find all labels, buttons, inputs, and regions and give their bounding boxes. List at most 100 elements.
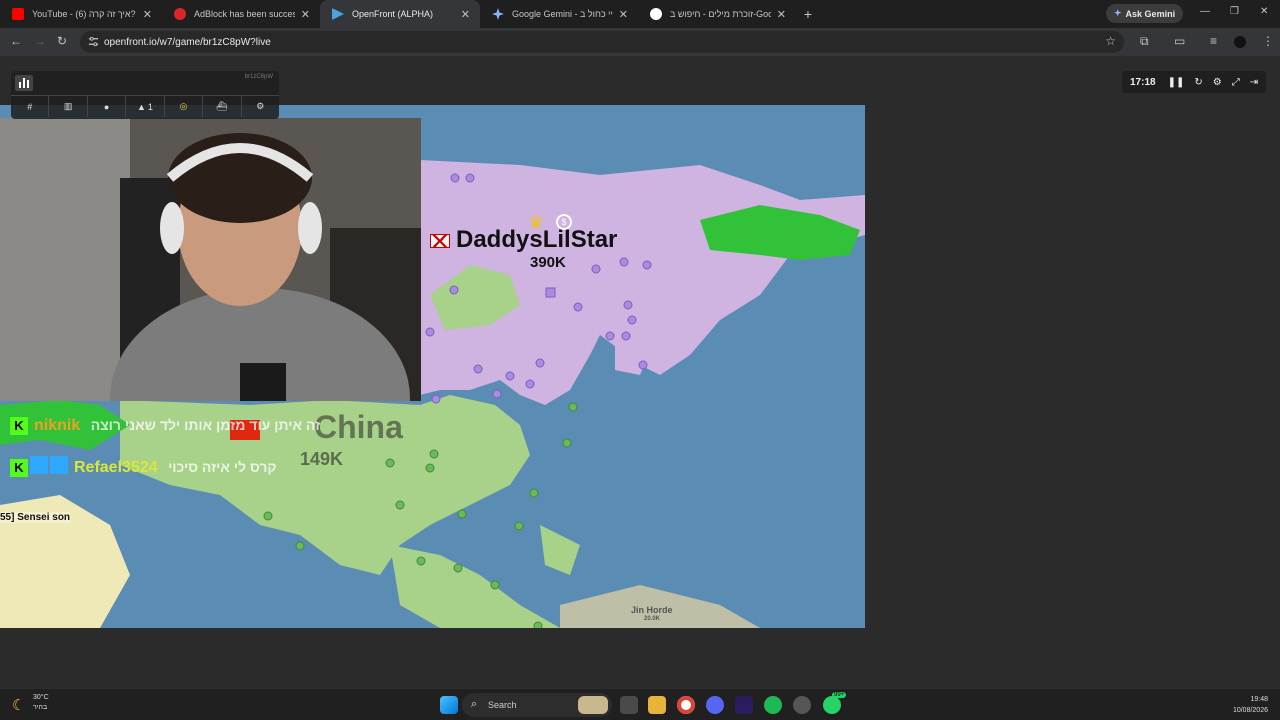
crown-icon: ♛: [528, 212, 545, 232]
close-icon[interactable]: ✕: [461, 8, 470, 21]
windows-start-icon[interactable]: [440, 696, 458, 714]
rank-button[interactable]: #: [11, 96, 50, 117]
webcam-overlay: [0, 118, 421, 401]
discord-icon[interactable]: [706, 696, 724, 714]
page-viewport: DaddysLilStar ♛ $ 390K China 149K Jin Ho…: [0, 56, 1280, 688]
troops-icon: ▲: [137, 101, 146, 112]
file-explorer-icon[interactable]: [648, 696, 666, 714]
tab-gemini[interactable]: Google Gemini - השגת יי כחול ב ✕: [480, 0, 638, 28]
settings-button[interactable]: ⚙: [242, 96, 279, 117]
media-icon[interactable]: ≡: [1210, 34, 1217, 48]
cast-icon[interactable]: ▭: [1174, 34, 1185, 48]
webcam-image: [0, 118, 421, 401]
task-view-icon[interactable]: [620, 696, 638, 714]
extensions-icon[interactable]: ⧉: [1140, 34, 1149, 49]
game-controls: 17:18 ❚❚ ↻ ⚙ ⤢ ⇥: [1122, 71, 1266, 93]
tab-title: זוכרת מילים - חיפוש ב-Google: [670, 9, 771, 19]
exit-icon[interactable]: ⇥: [1250, 77, 1258, 88]
tab-openfront[interactable]: OpenFront (ALPHA) ✕: [320, 0, 480, 28]
troops-count: 1: [147, 101, 153, 112]
ask-gemini-button[interactable]: ✦ Ask Gemini: [1106, 4, 1184, 23]
troops-button[interactable]: ▲ 1: [126, 96, 165, 117]
new-tab-button[interactable]: +: [796, 6, 820, 22]
search-icon: ⌕: [471, 698, 478, 710]
player-troops: 149K: [300, 449, 344, 469]
gemini-icon: [492, 8, 504, 20]
whatsapp-icon[interactable]: [823, 696, 841, 714]
player-name: China: [314, 409, 403, 445]
chat-username: Refael3524: [74, 459, 158, 476]
forward-icon[interactable]: →: [34, 34, 46, 48]
gear-icon: ⚙: [256, 101, 265, 111]
tab-strip: YouTube - (6) איך זה קרה? ✕ AdBlock has …: [0, 0, 1280, 28]
buildings-button[interactable]: ▥: [49, 96, 88, 117]
navigation-bar: ← → ↻ openfront.io/w7/game/br1zC8pW?live…: [0, 28, 1280, 56]
google-icon: [650, 8, 662, 20]
tab-title: Google Gemini - השגת יי כחול ב: [512, 9, 613, 19]
url-text: openfront.io/w7/game/br1zC8pW?live: [104, 36, 271, 48]
player-troops: 20.0K: [644, 616, 661, 622]
search-highlight-icon: [578, 696, 608, 714]
address-bar[interactable]: openfront.io/w7/game/br1zC8pW?live ☆: [80, 31, 1124, 53]
back-icon[interactable]: ←: [10, 34, 22, 48]
kick-icon: K: [10, 459, 28, 477]
openfront-icon: [332, 8, 344, 20]
close-icon[interactable]: ✕: [301, 8, 310, 21]
player-name: Jin Horde: [631, 605, 673, 615]
spotify-icon[interactable]: [764, 696, 782, 714]
chat-line: Kniknik זה איתן עוד מזמן אותו ילד שאני ר…: [10, 417, 320, 435]
menu-dots-icon[interactable]: ⋮: [1262, 34, 1274, 48]
clock-date: 10/08/2026: [1232, 707, 1268, 714]
profile-avatar[interactable]: [1234, 36, 1246, 48]
weather-widget[interactable]: 30°C בהיר: [33, 693, 49, 713]
building-icon: ▥: [63, 101, 73, 111]
clock-time: 19:48: [1250, 696, 1268, 703]
premiere-icon[interactable]: [735, 696, 753, 714]
replay-icon[interactable]: ↻: [1194, 77, 1202, 88]
taskbar-search[interactable]: ⌕ Search: [462, 693, 612, 717]
hash-icon: #: [27, 101, 33, 112]
bookmark-star-icon[interactable]: ☆: [1105, 34, 1116, 48]
kick-icon: K: [10, 417, 28, 435]
minimize-icon[interactable]: —: [1200, 6, 1210, 17]
weather-temp: 30°C: [33, 694, 49, 701]
tab-google-search[interactable]: זוכרת מילים - חיפוש ב-Google ✕: [638, 0, 796, 28]
tab-title: AdBlock has been successfully: [194, 9, 295, 19]
gear-icon[interactable]: ⚙: [1213, 77, 1222, 88]
player-button[interactable]: ●: [88, 96, 127, 117]
person-icon: ●: [103, 101, 110, 112]
game-hud: br1zC8pW # ▥ ● ▲ 1 ◎ ⛴ ⚙: [11, 71, 279, 119]
gemini-icon: ✦: [1114, 8, 1122, 18]
leaderboard-icon[interactable]: [15, 75, 33, 91]
ask-gemini-label: Ask Gemini: [1125, 8, 1176, 19]
partial-player-label: 55] Sensei son: [0, 512, 71, 523]
fullscreen-icon[interactable]: ⤢: [1232, 77, 1240, 88]
boat-icon: ⛴: [216, 101, 228, 111]
target-icon: ◎: [179, 101, 188, 111]
close-icon[interactable]: ✕: [143, 8, 152, 21]
restore-icon[interactable]: ❐: [1230, 6, 1239, 17]
reload-icon[interactable]: ↻: [57, 34, 67, 48]
app-icon[interactable]: [793, 696, 811, 714]
player-troops: 390K: [530, 254, 566, 271]
clock[interactable]: 19:48 10/08/2026: [1233, 694, 1268, 716]
site-info-icon[interactable]: [88, 36, 99, 47]
flag-icon: [430, 233, 450, 248]
close-window-icon[interactable]: ✕: [1260, 6, 1268, 17]
adblock-icon: [174, 8, 186, 20]
close-icon[interactable]: ✕: [777, 8, 786, 21]
player-name-label[interactable]: DaddysLilStar: [430, 226, 617, 254]
chrome-icon[interactable]: [677, 696, 695, 714]
tab-adblock[interactable]: AdBlock has been successfully ✕: [162, 0, 320, 28]
tab-title: YouTube - (6) איך זה קרה?: [32, 9, 136, 19]
target-button[interactable]: ◎: [165, 96, 204, 117]
boats-button[interactable]: ⛴: [203, 96, 242, 117]
pause-icon[interactable]: ❚❚: [1168, 77, 1185, 88]
weather-desc: בהיר: [33, 704, 48, 711]
badge-icon: [50, 456, 68, 474]
badge-icon: [30, 456, 48, 474]
weather-icon: ☾: [12, 697, 26, 714]
tab-youtube[interactable]: YouTube - (6) איך זה קרה? ✕: [0, 0, 162, 28]
chat-username: niknik: [34, 417, 81, 434]
close-icon[interactable]: ✕: [619, 8, 628, 21]
